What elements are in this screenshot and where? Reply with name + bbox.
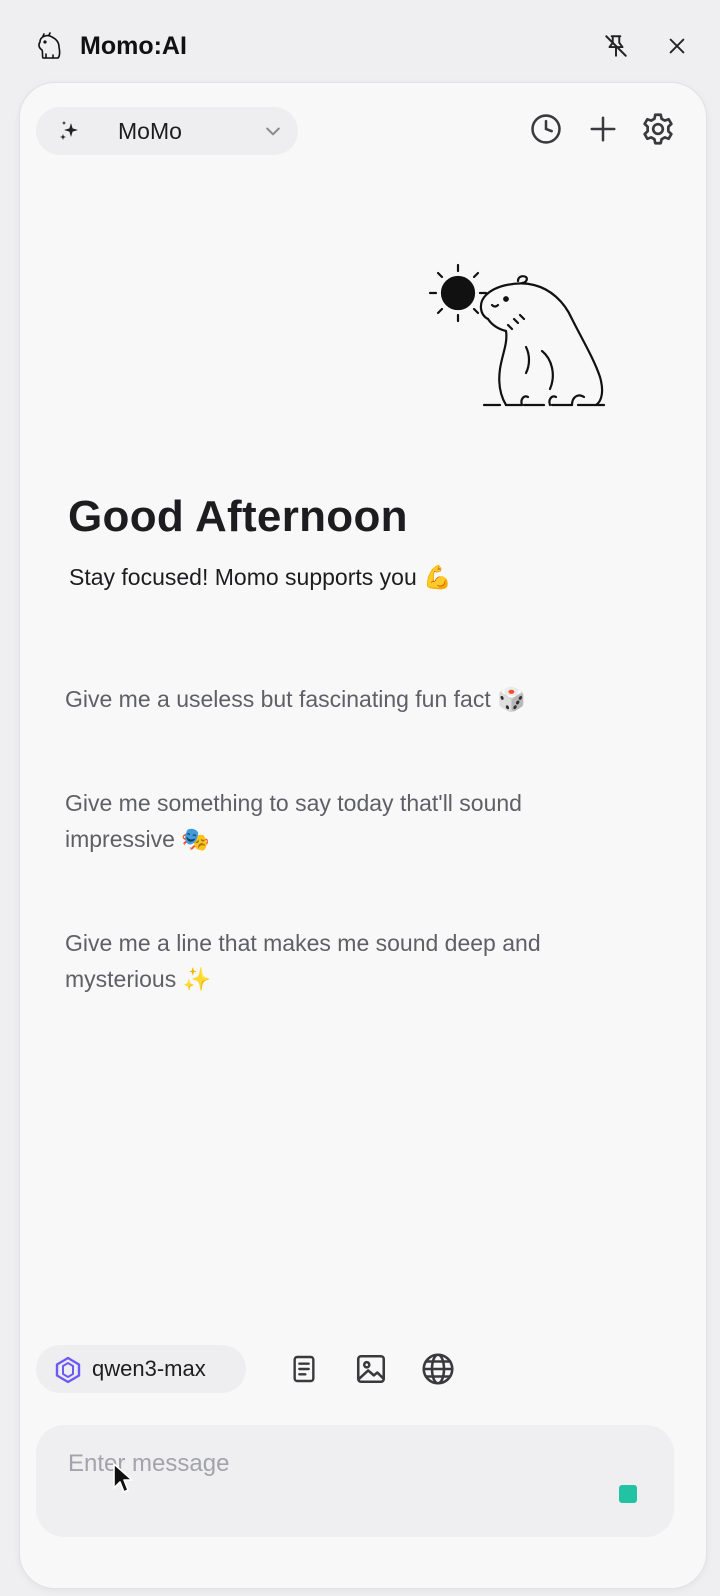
send-status-indicator[interactable] — [619, 1485, 637, 1503]
capybara-logo-icon — [38, 32, 61, 59]
title-bar: Momo:AI — [0, 0, 720, 84]
globe-icon — [422, 1353, 454, 1385]
greeting-heading: Good Afternoon — [68, 492, 408, 541]
settings-button[interactable] — [638, 109, 678, 149]
sparkles-icon — [60, 121, 78, 140]
document-icon — [293, 1355, 315, 1383]
new-chat-button[interactable] — [583, 109, 623, 149]
unpin-button[interactable] — [598, 28, 634, 64]
gear-icon — [643, 113, 673, 145]
web-search-button[interactable] — [418, 1349, 458, 1389]
clock-icon — [531, 114, 561, 144]
mouse-cursor-icon — [113, 1463, 133, 1493]
attach-document-button[interactable] — [284, 1349, 324, 1389]
pin-off-icon — [605, 35, 627, 57]
model-label: qwen3-max — [92, 1356, 206, 1381]
qwen-model-icon — [55, 1356, 81, 1384]
history-button[interactable] — [526, 109, 566, 149]
message-input[interactable] — [66, 1443, 630, 1485]
model-selector[interactable]: qwen3-max — [36, 1345, 246, 1393]
agent-label: MoMo — [118, 118, 182, 144]
capybara-sun-illustration — [428, 263, 606, 407]
suggestion-prompt[interactable]: Give me a useless but fascinating fun fa… — [65, 681, 625, 717]
image-icon — [356, 1354, 386, 1384]
agent-selector[interactable]: MoMo — [36, 107, 298, 155]
suggestion-prompt[interactable]: Give me a line that makes me sound deep … — [65, 925, 625, 997]
suggestion-prompt[interactable]: Give me something to say today that'll s… — [65, 785, 625, 857]
close-icon — [669, 38, 685, 54]
close-button[interactable] — [659, 28, 695, 64]
app-title: Momo:AI — [80, 32, 187, 60]
attach-image-button[interactable] — [351, 1349, 391, 1389]
plus-icon — [590, 116, 616, 142]
chevron-down-icon — [266, 127, 280, 136]
chat-panel: MoMo Good Afternoon Stay focused! Momo s… — [19, 82, 707, 1589]
greeting-subtitle: Stay focused! Momo supports you 💪 — [69, 564, 452, 590]
